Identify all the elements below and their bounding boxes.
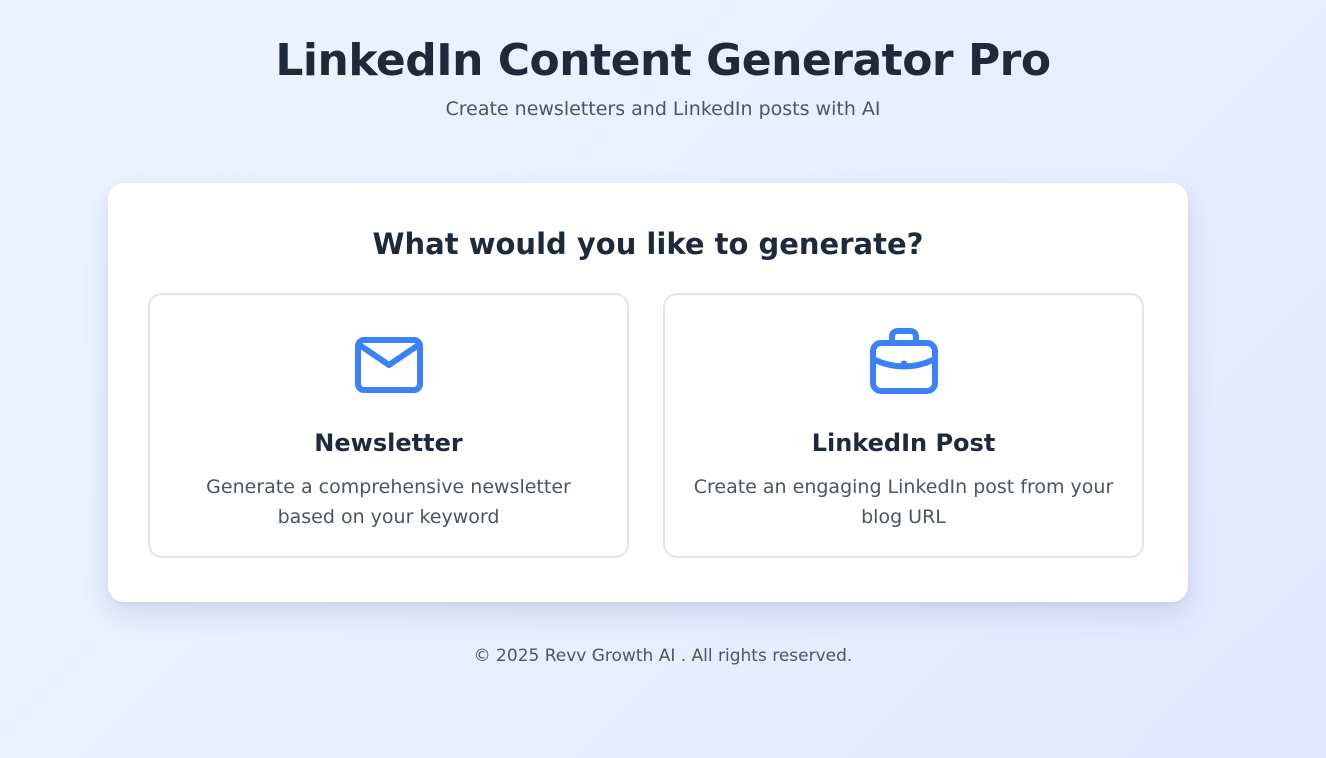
newsletter-option[interactable]: Newsletter Generate a comprehensive news… — [148, 293, 629, 558]
linkedin-post-option-title: LinkedIn Post — [811, 429, 996, 457]
linkedin-post-option-description: Create an engaging LinkedIn post from yo… — [693, 476, 1114, 528]
card-heading: What would you like to generate? — [372, 227, 924, 261]
generator-selection-card: What would you like to generate? Newslet… — [108, 183, 1188, 602]
page-subtitle: Create newsletters and LinkedIn posts wi… — [445, 98, 881, 120]
newsletter-option-description: Generate a comprehensive newsletter base… — [206, 476, 571, 528]
page-title: LinkedIn Content Generator Pro — [275, 35, 1051, 86]
footer-copyright: © 2025 Revv Growth AI . All rights reser… — [473, 646, 853, 666]
newsletter-option-title: Newsletter — [314, 429, 463, 457]
envelope-icon — [354, 337, 423, 393]
briefcase-icon — [869, 328, 938, 394]
linkedin-post-option[interactable]: LinkedIn Post Create an engaging LinkedI… — [663, 293, 1144, 558]
